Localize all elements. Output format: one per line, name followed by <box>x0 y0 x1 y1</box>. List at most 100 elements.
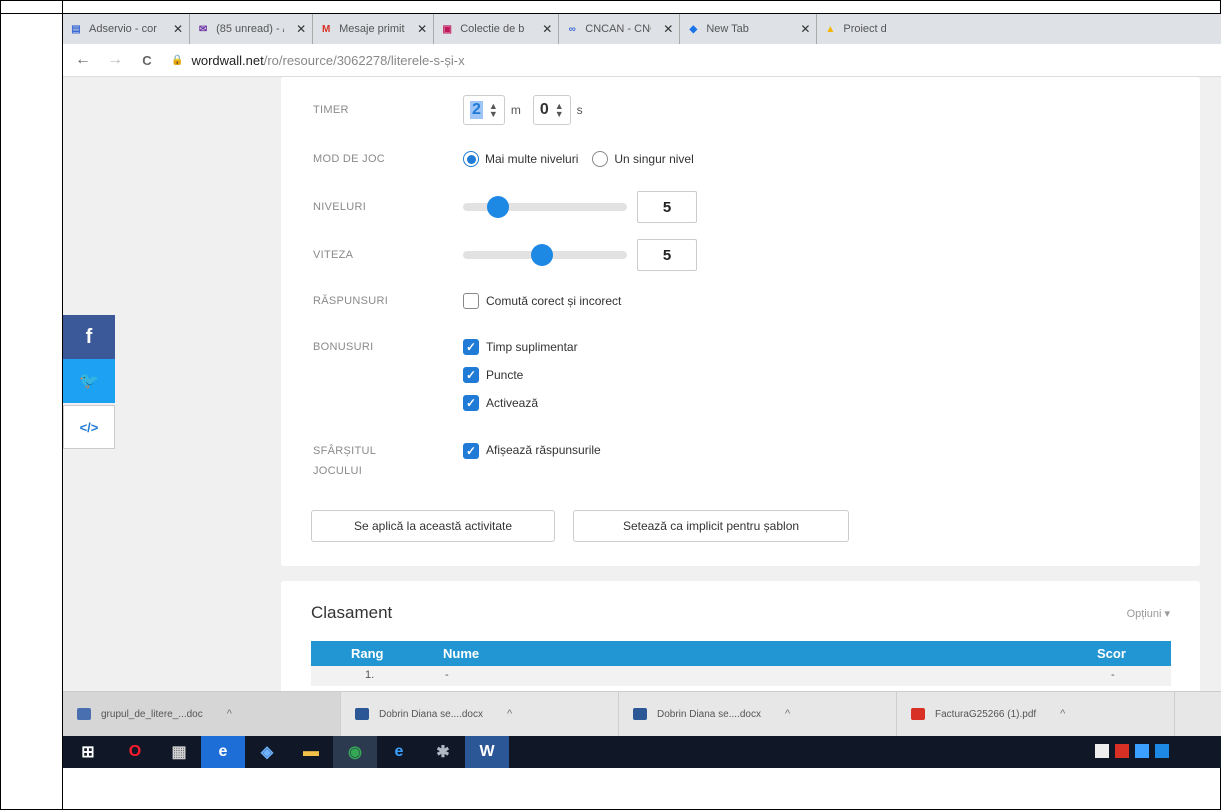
timer-minutes-stepper[interactable]: 2 ▲ ▼ <box>463 95 505 125</box>
word-file-icon <box>77 708 91 720</box>
slider-handle[interactable] <box>487 196 509 218</box>
score-cell: - <box>1111 669 1115 681</box>
chevron-up-icon[interactable]: ^ <box>227 708 232 720</box>
apply-to-activity-button[interactable]: Se aplică la această activitate <box>311 510 555 542</box>
twitter-share-button[interactable]: 🐦 <box>63 359 115 403</box>
stepper-arrows-icon[interactable]: ▲ ▼ <box>489 102 498 119</box>
download-item[interactable]: Dobrin Diana se....docx ^ <box>619 691 897 737</box>
embed-button[interactable]: </> <box>63 405 115 449</box>
stepper-arrows-icon[interactable]: ▲ ▼ <box>555 102 564 119</box>
tab-title: Colectie de b <box>460 23 525 35</box>
close-icon[interactable]: ✕ <box>417 22 427 36</box>
address-bar: ← → C 🔒 wordwall.net/ro/resource/3062278… <box>63 44 1221 77</box>
opera-icon[interactable]: O <box>113 736 157 768</box>
document-left-border <box>0 0 63 810</box>
tab-new-tab[interactable]: ◆ New Tab ✕ <box>680 14 818 44</box>
options-dropdown[interactable]: Opțiuni ▾ <box>1127 607 1170 620</box>
mode-multiple-levels-radio[interactable]: Mai multe niveluri <box>463 151 578 167</box>
rank-cell: 1. <box>365 669 375 681</box>
document-icon: ▤ <box>71 23 81 35</box>
levels-slider[interactable] <box>463 196 627 218</box>
tray-icon[interactable] <box>1095 744 1109 758</box>
ie-icon[interactable]: e <box>377 736 421 768</box>
timer-seconds-stepper[interactable]: 0 ▲ ▼ <box>532 95 571 125</box>
close-icon[interactable]: ✕ <box>800 22 810 36</box>
toggle-answers-checkbox[interactable] <box>463 293 479 309</box>
system-tray <box>1095 744 1169 758</box>
reload-icon[interactable]: C <box>135 53 159 68</box>
twitter-icon: 🐦 <box>79 373 99 390</box>
chevron-up-icon[interactable]: ^ <box>507 708 512 720</box>
tab-proiect[interactable]: ▲ Proiect d <box>817 14 909 44</box>
close-icon[interactable]: ✕ <box>173 22 183 36</box>
explorer-icon[interactable]: ▬ <box>289 736 333 768</box>
mail-icon: ✉ <box>198 23 208 35</box>
timer-minutes-value: 2 <box>470 101 483 119</box>
word-file-icon <box>355 708 369 720</box>
timer-seconds-value: 0 <box>539 101 549 118</box>
download-item[interactable]: FacturaG25266 (1).pdf ^ <box>897 691 1175 737</box>
close-icon[interactable]: ✕ <box>542 22 552 36</box>
tab-gmail[interactable]: M Mesaje primit ✕ <box>313 14 435 44</box>
download-item[interactable]: Dobrin Diana se....docx ^ <box>341 691 619 737</box>
download-filename: Dobrin Diana se....docx <box>657 708 761 720</box>
tab-adservio[interactable]: ▤ Adservio - cor ✕ <box>63 14 191 44</box>
mode-single-level-radio[interactable]: Un singur nivel <box>592 151 694 167</box>
calculator-icon[interactable]: ▦ <box>157 736 201 768</box>
activate-checkbox[interactable]: ✓ <box>463 395 479 411</box>
embed-icon: </> <box>79 419 99 435</box>
tab-title: CNCAN - CNC <box>585 23 652 35</box>
toggle-answers-label: Comută corect și incorect <box>486 294 622 308</box>
answers-row: RĂSPUNSURI Comută corect și incorect <box>313 293 621 309</box>
show-answers-label: Afișează răspunsurile <box>486 443 601 457</box>
speed-row: VITEZA 5 <box>313 239 697 271</box>
table-row: 1. - - <box>311 666 1171 686</box>
speed-input[interactable]: 5 <box>637 239 697 271</box>
slider-handle[interactable] <box>531 244 553 266</box>
url-field[interactable]: 🔒 wordwall.net/ro/resource/3062278/liter… <box>171 53 465 68</box>
tab-collection[interactable]: ▣ Colectie de b ✕ <box>434 14 560 44</box>
rank-column-header: Rang <box>351 646 384 661</box>
points-checkbox[interactable]: ✓ <box>463 367 479 383</box>
tab-cncan[interactable]: ∞ CNCAN - CNC ✕ <box>559 14 681 44</box>
extra-time-label: Timp suplimentar <box>486 340 578 354</box>
tab-title: New Tab <box>706 23 749 35</box>
close-icon[interactable]: ✕ <box>663 22 673 36</box>
leaderboard-title: Clasament <box>311 603 393 622</box>
radio-selected-icon <box>463 151 479 167</box>
download-filename: FacturaG25266 (1).pdf <box>935 708 1037 720</box>
extra-time-checkbox[interactable]: ✓ <box>463 339 479 355</box>
tab-mail[interactable]: ✉ (85 unread) - / ✕ <box>190 14 314 44</box>
timer-row: TIMER 2 ▲ ▼ m 0 ▲ ▼ s <box>313 95 595 125</box>
levels-row: NIVELURI 5 <box>313 191 697 223</box>
tray-icon[interactable] <box>1155 744 1169 758</box>
show-answers-checkbox[interactable]: ✓ <box>463 443 479 459</box>
app-icon[interactable]: ◈ <box>245 736 289 768</box>
chrome-icon[interactable]: ◉ <box>333 736 377 768</box>
chevron-up-icon[interactable]: ^ <box>1060 708 1065 720</box>
gmail-icon: M <box>321 23 331 35</box>
minutes-unit: m <box>510 103 521 117</box>
downloads-bar: grupul_de_litere_...doc ^ Dobrin Diana s… <box>63 691 1221 737</box>
chevron-up-icon[interactable]: ^ <box>785 708 790 720</box>
levels-input[interactable]: 5 <box>637 191 697 223</box>
score-column-header: Scor <box>1097 646 1126 661</box>
speed-slider[interactable] <box>463 244 627 266</box>
edge-icon[interactable]: e <box>201 736 245 768</box>
timer-label: TIMER <box>313 104 349 116</box>
tool-icon[interactable]: ✱ <box>421 736 465 768</box>
close-icon[interactable]: ✕ <box>296 22 306 36</box>
set-default-button[interactable]: Setează ca implicit pentru șablon <box>573 510 849 542</box>
back-arrow-icon[interactable]: ← <box>71 51 95 69</box>
game-mode-label: MOD DE JOC <box>313 153 386 165</box>
facebook-share-button[interactable]: f <box>63 315 115 359</box>
end-label-line1: SFÂRȘITUL <box>313 445 377 457</box>
url-domain: wordwall.net <box>191 52 264 68</box>
forward-arrow-icon[interactable]: → <box>103 51 127 69</box>
tray-icon[interactable] <box>1115 744 1129 758</box>
download-item[interactable]: grupul_de_litere_...doc ^ <box>63 691 341 737</box>
word-icon[interactable]: W <box>465 736 509 768</box>
windows-icon[interactable]: ⊞ <box>63 736 113 768</box>
tray-icon[interactable] <box>1135 744 1149 758</box>
chain-icon: ∞ <box>568 23 576 35</box>
